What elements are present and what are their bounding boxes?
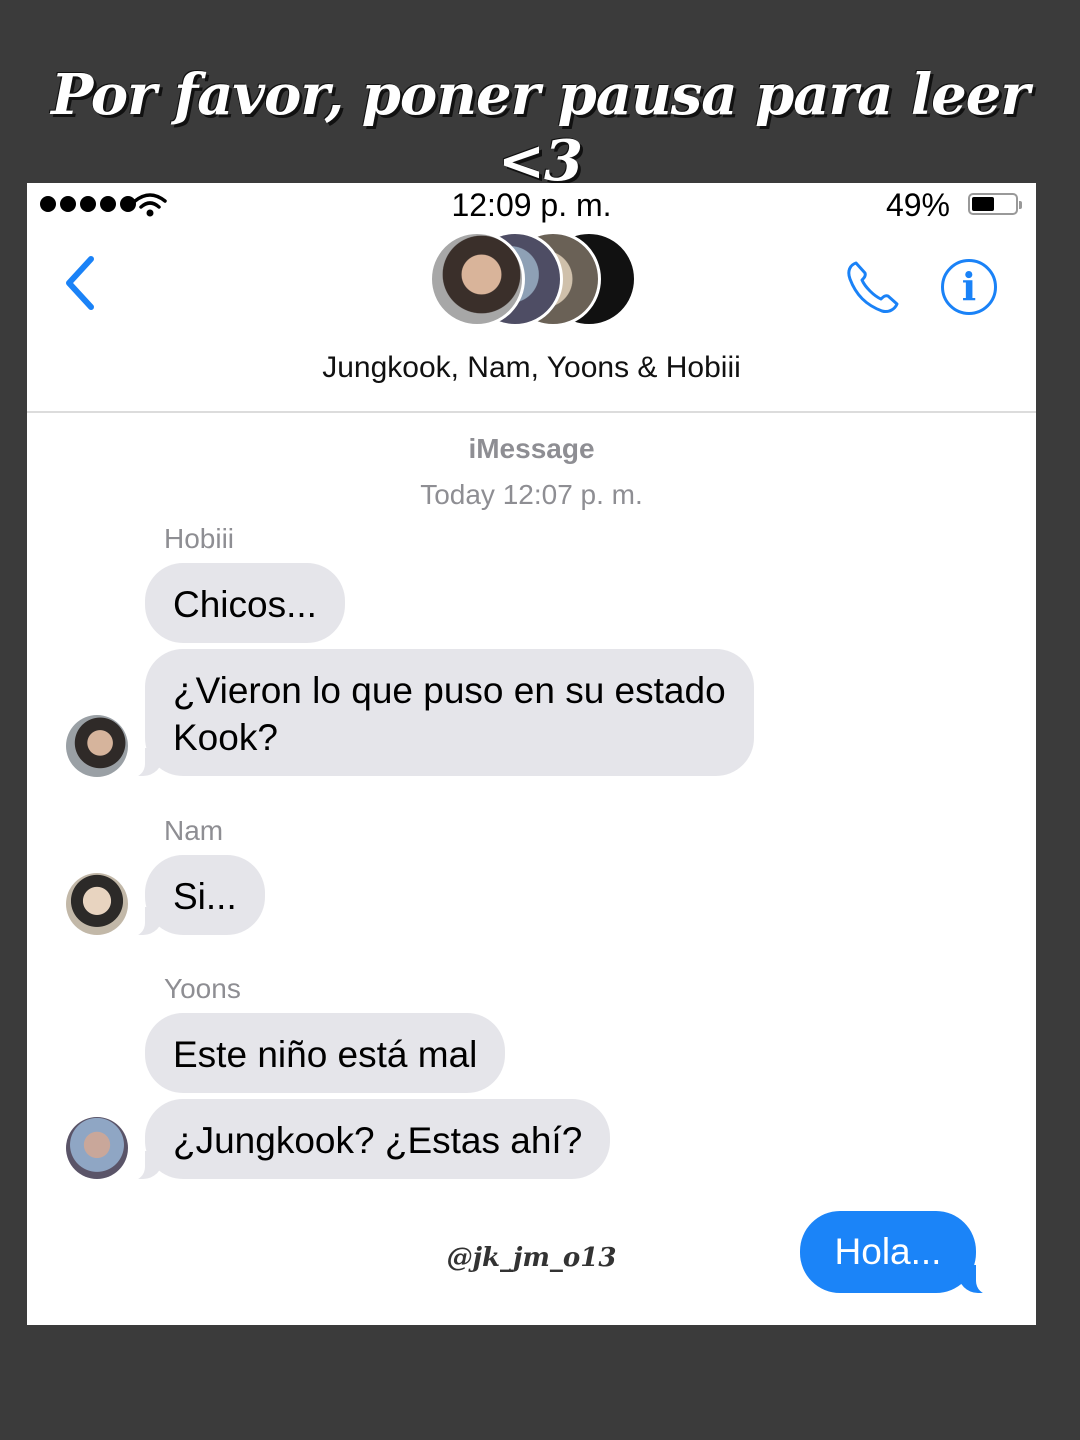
message-text: Hola... (834, 1231, 942, 1272)
battery-percentage: 49% (885, 187, 950, 223)
avatar[interactable] (66, 1117, 128, 1179)
battery-icon (968, 193, 1022, 215)
message-bubble[interactable]: Chicos... (145, 563, 345, 643)
sender-name: Hobiii (164, 523, 235, 554)
message-bubble[interactable]: ¿Jungkook? ¿Estas ahí? (122, 1099, 611, 1181)
sender-name: Yoons (164, 973, 241, 1004)
service-label: iMessage (468, 433, 595, 464)
messages-screen: 12:09 p. m. 49% Z i Jungkook, Nam, Yoons… (27, 183, 1036, 1325)
message-text: ¿Vieron lo que puso en su estado (173, 670, 726, 711)
group-avatars[interactable]: Z (429, 231, 639, 329)
message-bubble[interactable]: ¿Vieron lo que puso en su estado Kook? (123, 649, 754, 778)
info-button[interactable]: i (941, 259, 997, 315)
message-text: Este niño está mal (173, 1034, 478, 1075)
message-text: ¿Jungkook? ¿Estas ahí? (173, 1120, 583, 1161)
message-bubble[interactable]: Este niño está mal (145, 1013, 506, 1093)
message-text: Chicos... (173, 584, 317, 625)
message-text: Si... (173, 876, 237, 917)
avatar (429, 231, 525, 327)
header-divider (27, 411, 1036, 413)
back-chevron-icon[interactable] (61, 255, 101, 311)
thread-timestamp: Today 12:07 p. m. (420, 479, 643, 510)
status-time: 12:09 p. m. (451, 187, 612, 223)
info-icon: i (961, 264, 977, 309)
overlay-caption: Por favor, poner pausa para leer <3 (51, 62, 1030, 194)
phone-call-icon[interactable] (842, 257, 902, 317)
avatar[interactable] (66, 715, 128, 777)
sender-name: Nam (164, 815, 224, 846)
avatar[interactable] (66, 873, 128, 935)
message-text: Kook? (173, 717, 278, 758)
message-bubble[interactable]: Si... (123, 855, 265, 937)
conversation-title[interactable]: Jungkook, Nam, Yoons & Hobiii (27, 351, 1036, 385)
outgoing-message-bubble[interactable]: Hola... (800, 1211, 998, 1295)
